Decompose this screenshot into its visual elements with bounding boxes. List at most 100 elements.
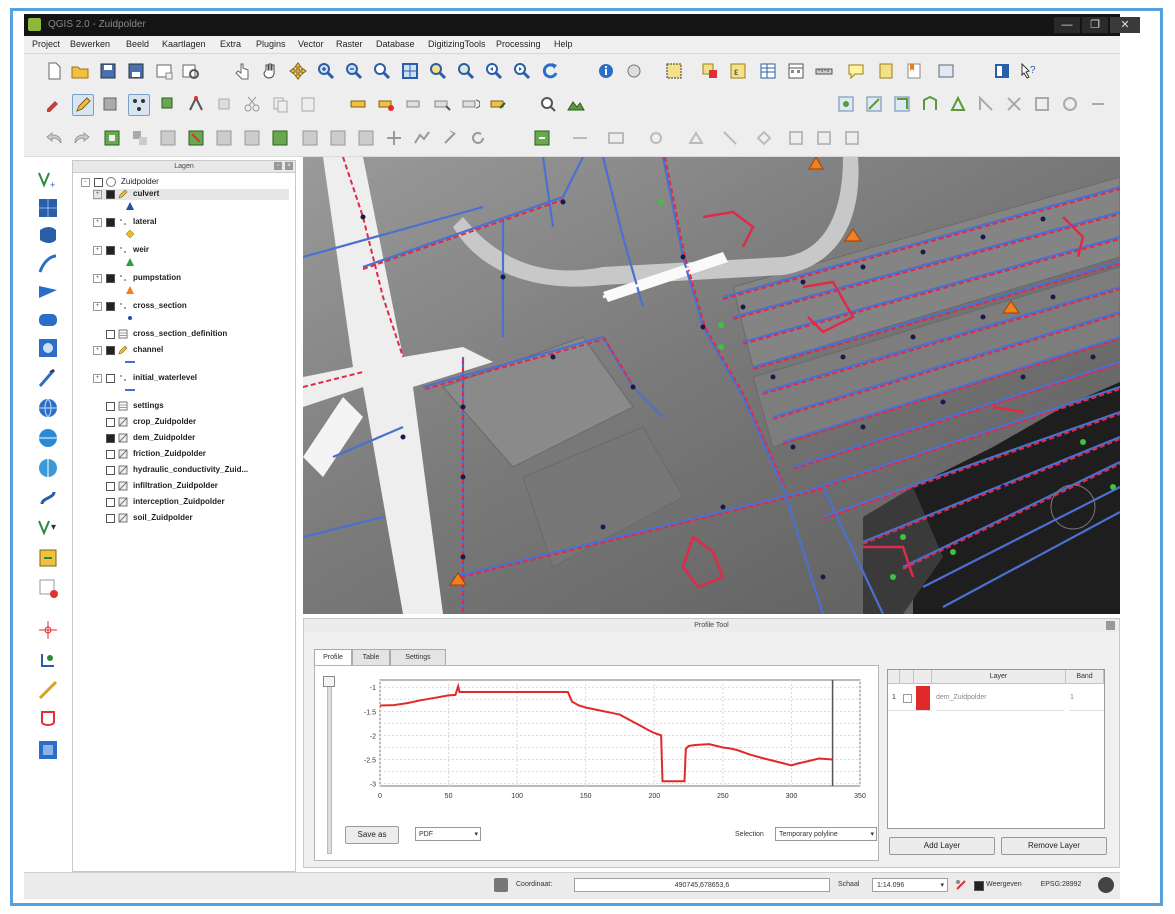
save-as-button[interactable]: Save as bbox=[345, 826, 399, 844]
add-wfs-layer-icon[interactable] bbox=[36, 426, 60, 450]
advanced-tool-4-icon[interactable] bbox=[686, 128, 706, 148]
layer-visibility-checkbox[interactable] bbox=[106, 273, 115, 283]
add-vector-layer-icon[interactable]: + bbox=[36, 168, 60, 192]
python-console-icon[interactable] bbox=[992, 61, 1012, 81]
zoom-to-layer-icon[interactable] bbox=[456, 61, 476, 81]
layer-visibility-checkbox[interactable] bbox=[106, 245, 115, 255]
layer-item-pumpstation[interactable]: + pumpstation bbox=[93, 273, 289, 284]
new-bookmark-icon[interactable] bbox=[876, 61, 896, 81]
select-by-expression-icon[interactable]: ε bbox=[728, 61, 748, 81]
float-panel-icon[interactable]: ▫ bbox=[274, 162, 282, 170]
remove-layer-button[interactable]: Remove Layer bbox=[1001, 837, 1107, 855]
layer-item-friction-zuidpolder[interactable]: friction_Zuidpolder bbox=[93, 449, 289, 460]
expand-icon[interactable]: + bbox=[93, 245, 102, 255]
rotate-label-icon[interactable] bbox=[460, 94, 480, 114]
add-wms-layer-icon[interactable] bbox=[36, 336, 60, 360]
add-gpx-layer-icon[interactable] bbox=[36, 486, 60, 510]
menu-project[interactable]: Project bbox=[32, 39, 60, 49]
map-rendering[interactable] bbox=[303, 157, 1120, 614]
zoom-in-icon[interactable] bbox=[316, 61, 336, 81]
new-shapefile-icon[interactable]: ▾ bbox=[36, 516, 60, 540]
add-feature-icon[interactable] bbox=[128, 94, 150, 116]
tab-profile[interactable]: Profile bbox=[314, 649, 352, 666]
menu-raster[interactable]: Raster bbox=[336, 39, 363, 49]
advanced-tool-2-icon[interactable] bbox=[606, 128, 626, 148]
layer-item-dem-zuidpolder[interactable]: dem_Zuidpolder bbox=[93, 433, 289, 444]
redo-icon[interactable] bbox=[72, 128, 92, 148]
close-panel-icon[interactable]: × bbox=[285, 162, 293, 170]
digitize-point-icon[interactable] bbox=[36, 618, 60, 642]
format-select[interactable]: PDF ▾ bbox=[415, 827, 481, 841]
text-annotation-icon[interactable] bbox=[936, 61, 956, 81]
add-wfs-2-layer-icon[interactable] bbox=[36, 456, 60, 480]
map-tips-icon[interactable] bbox=[846, 61, 866, 81]
row-color-swatch[interactable] bbox=[914, 685, 932, 711]
rotate-feature-icon[interactable] bbox=[440, 128, 460, 148]
vertical-exaggeration-slider[interactable] bbox=[323, 672, 335, 854]
messages-icon[interactable] bbox=[1098, 877, 1114, 893]
advanced-tool-9-icon[interactable] bbox=[842, 128, 862, 148]
close-dock-icon[interactable] bbox=[1106, 621, 1115, 630]
simplify-icon[interactable] bbox=[412, 128, 432, 148]
layer-visibility-checkbox[interactable] bbox=[106, 449, 115, 459]
add-wcs-layer-icon[interactable] bbox=[36, 396, 60, 420]
layer-visibility-checkbox[interactable] bbox=[106, 329, 115, 339]
layer-item-culvert[interactable]: + culvert bbox=[93, 189, 289, 200]
zoom-out-icon[interactable] bbox=[344, 61, 364, 81]
menu-kaartlagen[interactable]: Kaartlagen bbox=[162, 39, 206, 49]
advanced-edit-4-icon[interactable] bbox=[920, 94, 940, 114]
layer-item-cross-section[interactable]: + cross_section bbox=[93, 301, 289, 312]
zoom-actual-icon[interactable] bbox=[372, 61, 392, 81]
node-tool-icon[interactable] bbox=[186, 94, 206, 114]
menu-vector[interactable]: Vector bbox=[298, 39, 324, 49]
menu-plugins[interactable]: Plugins bbox=[256, 39, 286, 49]
layer-visibility-checkbox[interactable] bbox=[106, 373, 115, 383]
layer-item-channel[interactable]: + channel bbox=[93, 345, 289, 356]
menu-extra[interactable]: Extra bbox=[220, 39, 241, 49]
expand-icon[interactable]: + bbox=[93, 373, 102, 383]
layer-visibility-checkbox[interactable] bbox=[106, 417, 115, 427]
paste-features-icon[interactable] bbox=[298, 94, 318, 114]
tab-table[interactable]: Table bbox=[352, 649, 390, 665]
move-feature-icon[interactable] bbox=[158, 94, 178, 114]
gps-tool-icon[interactable] bbox=[36, 648, 60, 672]
group-checkbox[interactable] bbox=[94, 177, 103, 187]
layer-item-interception-zuidpolder[interactable]: interception_Zuidpolder bbox=[93, 497, 289, 508]
menu-beeld[interactable]: Beeld bbox=[126, 39, 149, 49]
merge-features-icon[interactable] bbox=[328, 128, 348, 148]
layer-item-hydraulic-conductivity-zuid-[interactable]: hydraulic_conductivity_Zuid... bbox=[93, 465, 289, 476]
move-label-icon[interactable] bbox=[432, 94, 452, 114]
layer-item-lateral[interactable]: + lateral bbox=[93, 217, 289, 228]
maximize-button[interactable]: ❐ bbox=[1082, 17, 1108, 33]
map-canvas[interactable] bbox=[303, 157, 1120, 614]
select-features-icon[interactable] bbox=[664, 61, 684, 81]
zoom-to-selection-icon[interactable] bbox=[428, 61, 448, 81]
save-as-icon[interactable] bbox=[126, 61, 146, 81]
cut-features-icon[interactable] bbox=[242, 94, 262, 114]
row-visible-checkbox[interactable] bbox=[900, 685, 914, 711]
expand-icon[interactable]: + bbox=[93, 273, 102, 283]
tab-settings[interactable]: Settings bbox=[390, 649, 446, 665]
split-features-icon[interactable] bbox=[300, 128, 320, 148]
slider-handle[interactable] bbox=[323, 676, 335, 687]
advanced-tool-5-icon[interactable] bbox=[720, 128, 740, 148]
expand-icon[interactable]: + bbox=[93, 189, 102, 199]
menu-bewerken[interactable]: Bewerken bbox=[70, 39, 110, 49]
open-project-icon[interactable] bbox=[70, 61, 90, 81]
advanced-edit-2-icon[interactable] bbox=[864, 94, 884, 114]
label-tool-icon[interactable] bbox=[348, 94, 368, 114]
measure-icon[interactable] bbox=[814, 61, 834, 81]
attribute-table-icon[interactable] bbox=[758, 61, 778, 81]
delete-ring-icon[interactable] bbox=[186, 128, 206, 148]
add-part-icon[interactable] bbox=[130, 128, 150, 148]
georeferencer-icon[interactable] bbox=[36, 708, 60, 732]
advanced-tool-1-icon[interactable] bbox=[570, 128, 590, 148]
advanced-edit-3-icon[interactable] bbox=[892, 94, 912, 114]
add-postgis-layer-icon[interactable] bbox=[36, 224, 60, 248]
layer-visibility-checkbox[interactable] bbox=[106, 513, 115, 523]
rotate-symbols-icon[interactable] bbox=[384, 128, 404, 148]
snap-tool-icon[interactable] bbox=[532, 128, 552, 148]
add-oracle-layer-icon[interactable] bbox=[36, 308, 60, 332]
layer-item-cross-section-definition[interactable]: cross_section_definition bbox=[93, 329, 289, 340]
redo-circle-icon[interactable] bbox=[468, 128, 488, 148]
